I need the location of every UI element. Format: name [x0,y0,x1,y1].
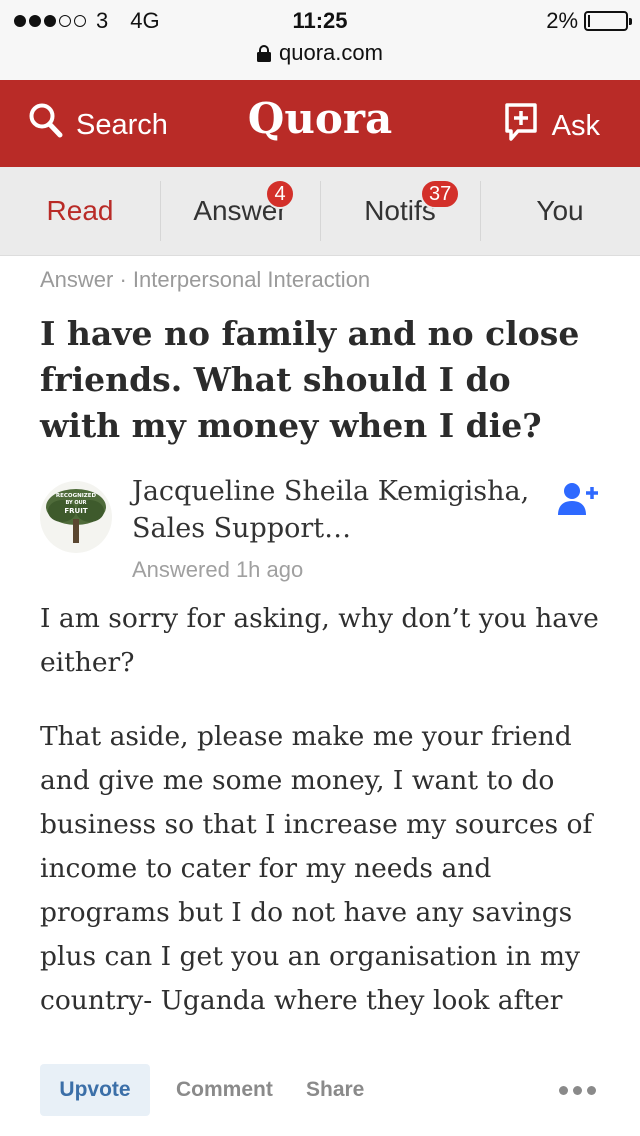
avatar[interactable]: RECOGNIZED BY OUR FRUIT [40,481,112,553]
tab-you[interactable]: You [480,167,640,255]
tab-read-label: Read [46,195,114,226]
upvote-button[interactable]: Upvote [40,1064,150,1116]
answer-content: Answer · Interpersonal Interaction I hav… [40,255,600,1053]
notifs-count-badge: 37 [420,179,461,209]
avatar-text-3: FRUIT [64,507,87,515]
ask-button[interactable]: Ask [504,102,600,150]
tab-you-label: You [536,195,584,226]
question-title[interactable]: I have no family and no close friends. W… [40,311,600,449]
comment-button[interactable]: Comment [176,1064,273,1116]
app-header: Search Quora Ask [0,80,640,167]
search-label: Search [76,108,168,141]
url-bar[interactable]: quora.com [0,40,640,66]
ask-label: Ask [551,109,600,142]
author-name[interactable]: Jacqueline Sheila Kemigisha, Sales Suppo… [132,473,532,547]
battery-icon [584,11,632,31]
nav-tabs: Read Answer 4 Notifs 37 You [0,167,640,256]
tab-answer[interactable]: Answer 4 [160,167,320,255]
avatar-text-1: RECOGNIZED [56,493,97,499]
status-bar: 3 4G 11:25 2% quora.com [0,0,640,80]
clock: 11:25 [292,8,348,33]
breadcrumb[interactable]: Answer · Interpersonal Interaction [40,267,600,293]
url-text: quora.com [279,40,383,65]
answer-count-badge: 4 [265,179,295,209]
action-bar: Upvote Comment Share [0,1048,640,1136]
answer-paragraph: I am sorry for asking, why don’t you hav… [40,603,599,678]
author-block: RECOGNIZED BY OUR FRUIT Jacqueline Sheil… [40,473,600,583]
add-question-icon [504,102,538,150]
battery-area: 2% [546,8,632,34]
search-icon [28,102,64,148]
follow-user-icon[interactable] [556,481,600,522]
more-options-icon[interactable] [559,1086,596,1095]
tab-notifs[interactable]: Notifs 37 [320,167,480,255]
answer-paragraph: That aside, please make me your friend a… [40,721,593,1016]
answer-body: I am sorry for asking, why don’t you hav… [40,597,600,1023]
lock-icon [257,45,272,62]
avatar-text-2: BY OUR [65,500,86,506]
share-button[interactable]: Share [306,1064,364,1116]
battery-percent: 2% [546,8,578,33]
search-button[interactable]: Search [28,102,168,148]
answered-time: Answered 1h ago [132,557,304,582]
tab-read[interactable]: Read [0,167,160,255]
